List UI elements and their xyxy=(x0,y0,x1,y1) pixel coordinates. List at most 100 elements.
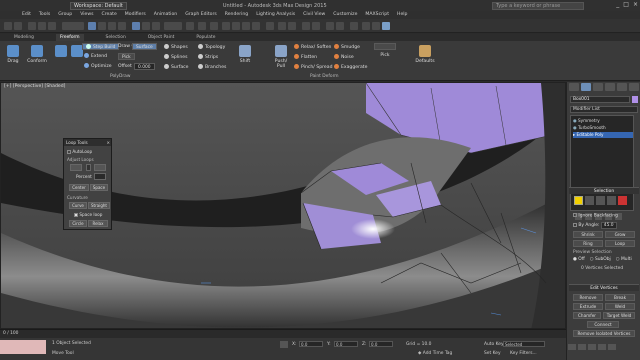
preview-multi-radio[interactable]: ○ Multi xyxy=(616,257,632,262)
menu-civil-view[interactable]: Civil View xyxy=(303,11,325,19)
rectangle-selection-icon[interactable] xyxy=(108,22,116,30)
hierarchy-tab-icon[interactable] xyxy=(593,83,603,91)
selection-rollout-header[interactable]: Selection xyxy=(569,187,639,194)
remove-button[interactable]: Remove xyxy=(573,294,603,301)
loop-adjust-field[interactable] xyxy=(86,164,91,171)
workspace-dropdown[interactable]: Workspace: Default xyxy=(70,1,127,10)
relax-button[interactable]: Relax xyxy=(88,220,108,227)
autoloop-checkbox[interactable]: AutoLoop xyxy=(67,149,92,154)
smudge-button[interactable]: Smudge xyxy=(334,44,360,50)
modify-tab-icon[interactable] xyxy=(581,83,591,91)
loop-adjust-left-button[interactable] xyxy=(70,164,82,171)
maximize-button[interactable]: □ xyxy=(623,1,629,8)
polygon-level-icon[interactable] xyxy=(607,196,616,205)
preview-subobj-radio[interactable]: ○ SubObj xyxy=(590,257,611,262)
percent-snap-icon[interactable] xyxy=(242,22,250,30)
stack-item-symmetry[interactable]: ● Symmetry xyxy=(573,118,633,124)
conform-button[interactable]: Conform xyxy=(26,45,48,64)
break-button[interactable]: Break xyxy=(605,294,635,301)
named-selection-icon[interactable] xyxy=(266,22,274,30)
exaggerate-button[interactable]: Exaggerate xyxy=(334,64,367,70)
menu-rendering[interactable]: Rendering xyxy=(225,11,248,19)
keyboard-shortcut-icon[interactable] xyxy=(210,22,218,30)
menu-modifiers[interactable]: Modifiers xyxy=(125,11,146,19)
shapes-button[interactable]: Shapes xyxy=(164,44,188,50)
menu-customize[interactable]: Customize xyxy=(333,11,357,19)
rendered-frame-icon[interactable] xyxy=(372,22,380,30)
space-button[interactable]: Space xyxy=(90,184,108,191)
drag-button[interactable]: Drag xyxy=(2,45,24,64)
preview-off-radio[interactable]: ● Off xyxy=(573,257,585,262)
pick-paint-button[interactable]: Pick xyxy=(374,53,396,58)
selection-filter-dropdown[interactable] xyxy=(62,22,84,30)
close-button[interactable]: × xyxy=(633,1,638,8)
target-weld-button[interactable]: Target Weld xyxy=(603,312,635,319)
create-tab-icon[interactable] xyxy=(569,83,579,91)
push-pull-button[interactable]: Push/ Pull xyxy=(270,45,292,69)
reference-coordinate-dropdown[interactable] xyxy=(164,22,182,30)
menu-animation[interactable]: Animation xyxy=(154,11,177,19)
by-angle-field[interactable]: 45.0 xyxy=(600,222,617,229)
next-frame-icon[interactable] xyxy=(598,344,606,350)
link-icon[interactable] xyxy=(28,22,36,30)
minimize-button[interactable]: _ xyxy=(616,1,619,8)
angle-snap-icon[interactable] xyxy=(232,22,240,30)
shrink-button[interactable]: Shrink xyxy=(573,231,603,238)
defaults-button[interactable]: Defaults xyxy=(414,45,436,64)
select-object-icon[interactable] xyxy=(88,22,96,30)
menu-edit[interactable]: Edit xyxy=(22,11,31,19)
strips-button[interactable]: Strips xyxy=(198,54,218,60)
x-coordinate-field[interactable]: 0.0 xyxy=(299,341,323,347)
extrude-button[interactable]: Extrude xyxy=(573,303,603,310)
chamfer-button[interactable]: Chamfer xyxy=(573,312,601,319)
circle-button[interactable]: Circle xyxy=(69,220,87,227)
schematic-view-icon[interactable] xyxy=(336,22,344,30)
move-icon[interactable] xyxy=(132,22,140,30)
render-setup-icon[interactable] xyxy=(362,22,370,30)
graphite-toggle-icon[interactable] xyxy=(312,22,320,30)
mirror-icon[interactable] xyxy=(278,22,286,30)
ring-button[interactable]: Ring xyxy=(573,240,603,247)
draw-on-surface-button[interactable]: Surface xyxy=(132,43,157,50)
menu-views[interactable]: Views xyxy=(80,11,93,19)
add-time-tag-button[interactable]: ◆ Add Time Tag xyxy=(418,351,452,356)
brush-size-field[interactable] xyxy=(374,43,396,50)
splines-button[interactable]: Splines xyxy=(164,54,188,60)
menu-tools[interactable]: Tools xyxy=(39,11,50,19)
branches-button[interactable]: Branches xyxy=(198,64,226,70)
menu-graph-editors[interactable]: Graph Editors xyxy=(185,11,217,19)
menu-help[interactable]: Help xyxy=(397,11,407,19)
menu-create[interactable]: Create xyxy=(102,11,117,19)
edge-level-icon[interactable] xyxy=(585,196,594,205)
utilities-tab-icon[interactable] xyxy=(629,83,639,91)
redo-icon[interactable] xyxy=(14,22,22,30)
straight-button[interactable]: Straight xyxy=(88,202,110,209)
select-and-manipulate-icon[interactable] xyxy=(198,22,206,30)
select-by-name-icon[interactable] xyxy=(98,22,106,30)
tab-modeling[interactable]: Modeling xyxy=(14,34,34,41)
menu-group[interactable]: Group xyxy=(58,11,72,19)
percent-spinner[interactable] xyxy=(94,173,106,180)
curve-editor-icon[interactable] xyxy=(326,22,334,30)
step-build-button[interactable]: Step Build xyxy=(82,43,120,50)
key-mode-dropdown[interactable]: Selected xyxy=(503,341,545,347)
layer-manager-icon[interactable] xyxy=(302,22,310,30)
edit-vertices-rollout-header[interactable]: Edit Vertices xyxy=(569,284,639,291)
bind-space-warp-icon[interactable] xyxy=(48,22,56,30)
tab-selection[interactable]: Selection xyxy=(106,34,126,41)
maxscript-listener-field[interactable] xyxy=(0,340,46,354)
ignore-backfacing-checkbox[interactable]: Ignore Backfacing xyxy=(573,213,618,219)
set-key-button[interactable]: Set Key xyxy=(484,351,501,356)
align-icon[interactable] xyxy=(288,22,296,30)
object-name-field[interactable]: Box001 xyxy=(570,96,630,103)
snaps-toggle-icon[interactable] xyxy=(222,22,230,30)
vertex-level-icon[interactable] xyxy=(574,196,583,205)
border-level-icon[interactable] xyxy=(596,196,605,205)
viewport-label[interactable]: [+] [Perspective] [Shaded] xyxy=(4,84,65,89)
spinner-snap-icon[interactable] xyxy=(252,22,260,30)
element-level-icon[interactable] xyxy=(618,196,627,205)
stack-item-turbosmooth[interactable]: ● TurboSmooth xyxy=(573,125,633,131)
topology-button[interactable]: Topology xyxy=(198,44,225,50)
space-loop-checkbox[interactable]: Space loop xyxy=(74,212,102,217)
offset-field[interactable]: 0.000 xyxy=(134,63,155,70)
